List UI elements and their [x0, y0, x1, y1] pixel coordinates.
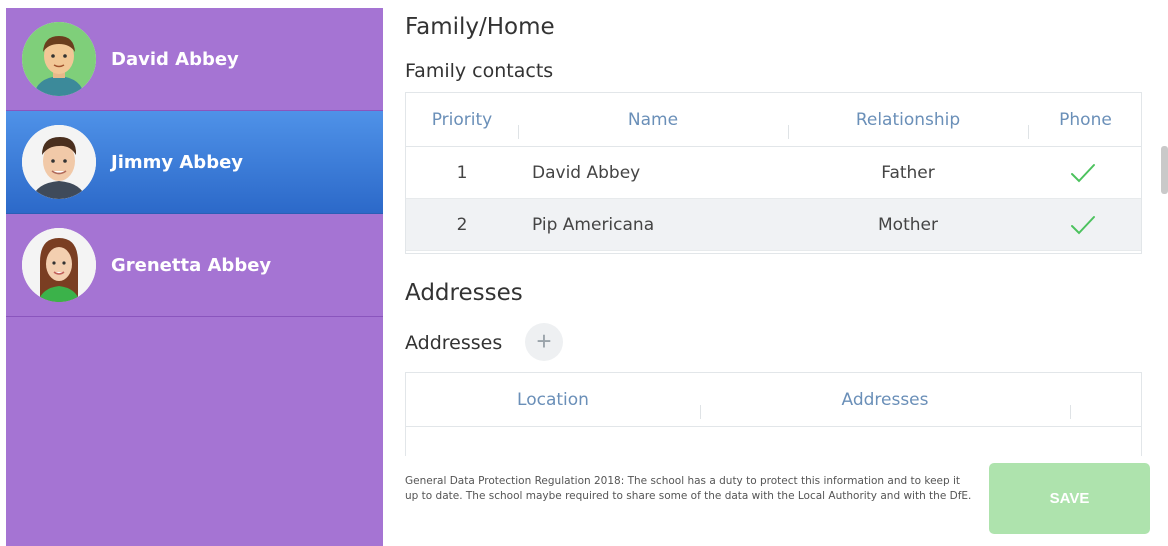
gdpr-notice: General Data Protection Regulation 2018:…	[405, 475, 972, 502]
girl-photo-icon	[22, 228, 96, 302]
column-divider	[1070, 405, 1071, 419]
cell-name: Pip Americana	[532, 215, 655, 235]
man-avatar-icon	[22, 22, 96, 96]
cell-priority: 1	[456, 163, 468, 183]
main-panel: Family/Home Family contacts Priority Nam…	[383, 8, 1168, 546]
column-header-relationship[interactable]: Relationship	[788, 93, 1028, 147]
table-row[interactable]: 2 Pip Americana Mother	[406, 199, 1141, 251]
student-sidebar: David Abbey Jimmy Abbey Grenetta Abbey	[6, 8, 383, 546]
plus-icon: +	[536, 326, 552, 356]
sidebar-person-name: Grenetta Abbey	[111, 254, 272, 276]
table-row[interactable]: 1 David Abbey Father	[406, 147, 1141, 199]
cell-priority: 2	[456, 215, 468, 235]
save-button[interactable]: SAVE	[989, 463, 1150, 534]
addresses-heading: Addresses	[405, 280, 523, 306]
check-icon	[1071, 164, 1095, 183]
table-header: Priority Name Relationship Phone	[406, 93, 1141, 147]
add-address-button[interactable]: +	[525, 323, 563, 361]
boy-photo-icon	[22, 125, 96, 199]
sidebar-person-name: Jimmy Abbey	[111, 151, 244, 173]
sidebar-person-david[interactable]: David Abbey	[6, 8, 383, 111]
cell-relationship: Mother	[878, 215, 938, 235]
scrollbar-thumb[interactable]	[1161, 146, 1168, 194]
family-contacts-heading: Family contacts	[405, 60, 554, 82]
column-header-name[interactable]: Name	[518, 93, 788, 147]
top-border	[0, 0, 1168, 8]
sidebar-person-grenetta[interactable]: Grenetta Abbey	[6, 214, 383, 317]
sidebar-person-name: David Abbey	[111, 48, 239, 70]
page-title: Family/Home	[405, 14, 555, 40]
column-header-phone[interactable]: Phone	[1028, 93, 1143, 147]
addresses-table: Location Addresses	[405, 372, 1142, 456]
table-header: Location Addresses	[406, 373, 1141, 427]
cell-relationship: Father	[881, 163, 935, 183]
check-icon	[1071, 216, 1095, 235]
column-header-location[interactable]: Location	[406, 373, 700, 427]
addresses-subheading: Addresses	[405, 332, 503, 354]
column-header-addresses[interactable]: Addresses	[700, 373, 1070, 427]
column-header-priority[interactable]: Priority	[406, 93, 518, 147]
family-contacts-table: Priority Name Relationship Phone 1 David…	[405, 92, 1142, 254]
sidebar-person-jimmy[interactable]: Jimmy Abbey	[6, 111, 383, 214]
cell-name: David Abbey	[532, 163, 641, 183]
